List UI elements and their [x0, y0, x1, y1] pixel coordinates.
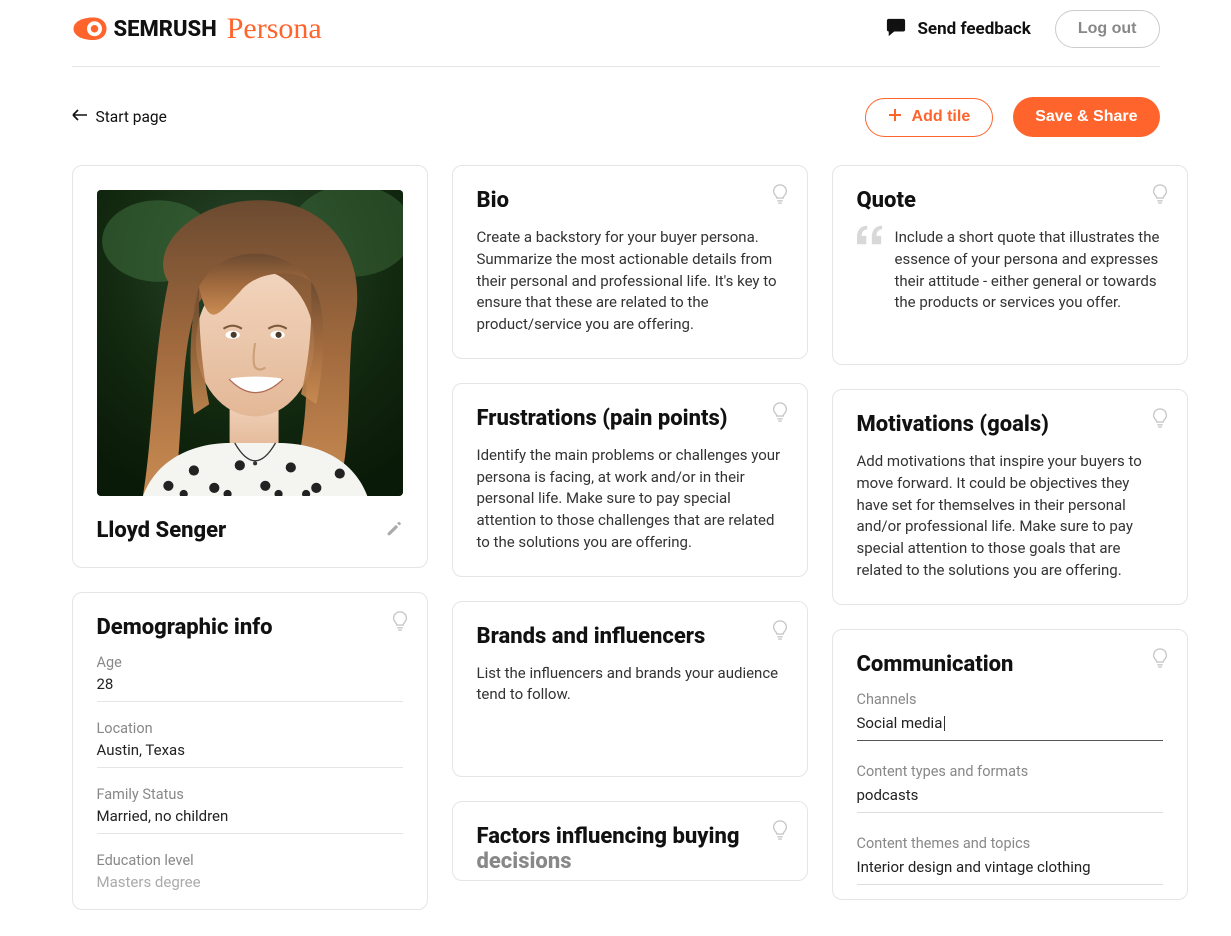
frustrations-text[interactable]: Identify the main problems or challenges… — [477, 445, 783, 554]
brands-text[interactable]: List the influencers and brands your aud… — [477, 663, 783, 707]
channels-label: Channels — [857, 691, 1163, 708]
motivations-card[interactable]: Motivations (goals) Add motivations that… — [832, 389, 1188, 605]
family-status-value[interactable]: Married, no children — [97, 807, 403, 834]
column-left: Lloyd Senger Demographic info Age — [72, 165, 428, 910]
quote-icon — [857, 225, 883, 249]
start-page-label: Start page — [96, 108, 167, 126]
lightbulb-icon[interactable] — [1151, 408, 1169, 432]
column-right: Quote Include a short quote that illustr… — [832, 165, 1188, 900]
arrow-left-icon — [72, 108, 88, 126]
add-tile-button[interactable]: Add tile — [865, 98, 994, 137]
content-types-input[interactable]: podcasts — [857, 786, 1163, 813]
quote-text[interactable]: Include a short quote that illustrates t… — [895, 227, 1163, 314]
flame-icon — [72, 16, 108, 42]
factors-title-line2: decisions — [477, 849, 572, 874]
themes-input[interactable]: Interior design and vintage clothing — [857, 858, 1163, 885]
motivations-text[interactable]: Add motivations that inspire your buyers… — [857, 451, 1163, 582]
demographics-title: Demographic info — [97, 615, 403, 640]
logo[interactable]: SEMRUSH Persona — [72, 12, 322, 46]
bio-title: Bio — [477, 188, 783, 213]
persona-photo[interactable] — [97, 190, 403, 496]
header: SEMRUSH Persona Send feedback Log out — [72, 0, 1160, 58]
themes-label: Content themes and topics — [857, 835, 1163, 852]
logout-button[interactable]: Log out — [1055, 10, 1160, 48]
send-feedback-link[interactable]: Send feedback — [885, 17, 1030, 42]
pencil-icon[interactable] — [385, 520, 403, 542]
header-actions: Send feedback Log out — [885, 10, 1159, 48]
profile-card[interactable]: Lloyd Senger — [72, 165, 428, 568]
content-types-label: Content types and formats — [857, 763, 1163, 780]
text-cursor — [944, 716, 945, 731]
factors-title-line1: Factors influencing buying — [477, 824, 740, 849]
communication-card[interactable]: Communication Channels Social media Cont… — [832, 629, 1188, 900]
add-tile-label: Add tile — [912, 108, 971, 126]
channels-value: Social media — [857, 714, 943, 732]
frustrations-title: Frustrations (pain points) — [477, 406, 783, 431]
quote-title: Quote — [857, 188, 1163, 213]
channels-input[interactable]: Social media — [857, 714, 1163, 741]
family-status-label: Family Status — [97, 786, 403, 803]
column-middle: Bio Create a backstory for your buyer pe… — [452, 165, 808, 881]
lightbulb-icon[interactable] — [771, 820, 789, 844]
persona-name[interactable]: Lloyd Senger — [97, 518, 227, 543]
brands-title: Brands and influencers — [477, 624, 783, 649]
brands-card[interactable]: Brands and influencers List the influenc… — [452, 601, 808, 777]
demographics-card[interactable]: Demographic info Age 28 Location Austin,… — [72, 592, 428, 910]
lightbulb-icon[interactable] — [1151, 648, 1169, 672]
frustrations-card[interactable]: Frustrations (pain points) Identify the … — [452, 383, 808, 577]
lightbulb-icon[interactable] — [771, 184, 789, 208]
send-feedback-label: Send feedback — [917, 19, 1030, 39]
tile-grid: Lloyd Senger Demographic info Age — [72, 165, 1160, 910]
factors-card[interactable]: Factors influencing buying decisions — [452, 801, 808, 881]
education-label: Education level — [97, 852, 403, 869]
factors-title: Factors influencing buying decisions — [477, 824, 783, 874]
lightbulb-icon[interactable] — [771, 402, 789, 426]
subheader-actions: Add tile Save & Share — [865, 97, 1160, 137]
bio-text[interactable]: Create a backstory for your buyer person… — [477, 227, 783, 336]
save-share-button[interactable]: Save & Share — [1013, 97, 1159, 137]
location-label: Location — [97, 720, 403, 737]
start-page-link[interactable]: Start page — [72, 108, 167, 126]
age-value[interactable]: 28 — [97, 675, 403, 702]
bio-card[interactable]: Bio Create a backstory for your buyer pe… — [452, 165, 808, 359]
age-label: Age — [97, 654, 403, 671]
education-value[interactable]: Masters degree — [97, 873, 403, 899]
logo-text-main: SEMRUSH — [114, 17, 217, 42]
logo-text-sub: Persona — [227, 12, 322, 46]
chat-icon — [885, 17, 907, 42]
lightbulb-icon[interactable] — [1151, 184, 1169, 208]
plus-icon — [888, 108, 902, 127]
quote-card[interactable]: Quote Include a short quote that illustr… — [832, 165, 1188, 365]
lightbulb-icon[interactable] — [391, 611, 409, 635]
communication-title: Communication — [857, 652, 1163, 677]
subheader: Start page Add tile Save & Share — [72, 67, 1160, 165]
location-value[interactable]: Austin, Texas — [97, 741, 403, 768]
motivations-title: Motivations (goals) — [857, 412, 1163, 437]
lightbulb-icon[interactable] — [771, 620, 789, 644]
